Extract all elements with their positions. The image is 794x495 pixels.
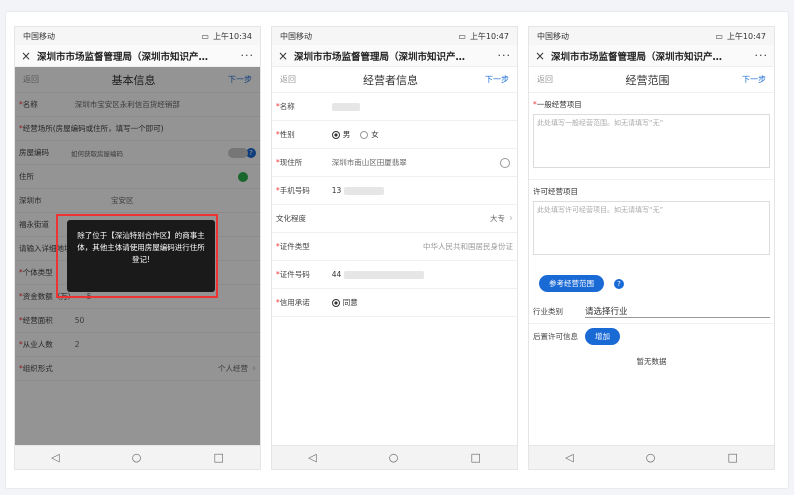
row-residence[interactable]: * 现住所 深圳市南山区田厦翡翠 (272, 149, 517, 177)
page-nav: 返回 经营范围 下一步 (529, 67, 774, 93)
phone-business-scope: 中国移动 ▭ 上午10:47 × 深圳市市场监督管理局（深圳市知识产… ··· 返… (528, 26, 775, 470)
app-bar: × 深圳市市场监督管理局（深圳市知识产… ··· (529, 45, 774, 67)
row-credit[interactable]: * 信用承诺 同意 (272, 289, 517, 317)
redacted-value (344, 270, 425, 279)
chevron-right-icon: › (509, 213, 513, 224)
page-title: 经营范围 (625, 73, 670, 87)
field-label: 证件号码 (279, 270, 310, 279)
field-label: 后置许可信息 (533, 331, 578, 341)
field-label: 现住所 (279, 158, 303, 167)
back-nav-icon[interactable]: ◁ (51, 451, 59, 464)
row-id-number[interactable]: * 证件号码 44 (272, 261, 517, 289)
male-label: 男 (342, 130, 351, 139)
back-nav-icon[interactable]: ◁ (565, 451, 573, 464)
battery-icon: ▭ (458, 31, 466, 41)
row-education[interactable]: 文化程度 大专 › (272, 205, 517, 233)
home-nav-icon[interactable]: ○ (646, 451, 656, 464)
back-button[interactable]: 返回 (537, 74, 553, 85)
agree-label: 同意 (342, 298, 358, 307)
more-icon[interactable]: ··· (755, 49, 769, 62)
recent-nav-icon[interactable]: □ (728, 451, 738, 464)
redacted-value (344, 186, 385, 195)
status-bar: 中国移动 ▭ 上午10:47 (529, 27, 774, 45)
field-label: 行业类别 (533, 307, 563, 316)
close-icon[interactable]: × (21, 49, 37, 63)
row-phone[interactable]: * 手机号码 13 (272, 177, 517, 205)
row-industry[interactable]: 行业类别 请选择行业 (529, 300, 774, 324)
home-nav-icon[interactable]: ○ (132, 451, 142, 464)
divider (529, 168, 774, 180)
general-scope-text: 一般经营项目 (536, 100, 582, 109)
app-title: 深圳市市场监督管理局（深圳市知识产… (294, 51, 466, 63)
general-scope-label: *一般经营项目 (529, 93, 774, 114)
more-icon[interactable]: ··· (241, 49, 255, 62)
system-nav-bar: ◁ ○ □ (529, 445, 774, 469)
more-icon[interactable]: ··· (498, 49, 512, 62)
ref-row: 参考经营范围? (529, 255, 774, 300)
location-icon[interactable] (500, 157, 510, 168)
row-id-type[interactable]: * 证件类型 中华人民共和国居民身份证 (272, 233, 517, 261)
field-label: 名称 (279, 102, 295, 111)
field-label: 证件类型 (279, 242, 310, 251)
next-button[interactable]: 下一步 (742, 74, 766, 85)
time-label: 上午10:47 (726, 31, 766, 41)
empty-state: 暂无数据 (636, 357, 667, 366)
add-button[interactable]: 增加 (585, 327, 620, 345)
status-bar: 中国移动 ▭ 上午10:47 (272, 27, 517, 45)
row-post-license: 后置许可信息 增加 (529, 324, 774, 348)
row-gender[interactable]: * 性别男女 (272, 121, 517, 149)
app-title: 深圳市市场监督管理局（深圳市知识产… (551, 51, 723, 63)
page-nav: 返回 经营者信息 下一步 (272, 67, 517, 93)
phone-operator-info: 中国移动 ▭ 上午10:47 × 深圳市市场监督管理局（深圳市知识产… ··· 返… (271, 26, 518, 470)
carrier-label: 中国移动 (537, 31, 569, 41)
field-label: 文化程度 (276, 214, 306, 223)
form-list: * 名称 * 性别男女 * 现住所 深圳市南山区田厦翡翠 * 手机号码 13 文化程度 大专 ›… (272, 93, 517, 317)
back-nav-icon[interactable]: ◁ (308, 451, 316, 464)
app-bar: × 深圳市市场监督管理局（深圳市知识产… ··· (272, 45, 517, 67)
industry-select[interactable]: 请选择行业 (585, 305, 770, 318)
carrier-label: 中国移动 (23, 31, 55, 41)
radio-male[interactable] (331, 130, 340, 139)
phone-basic-info: 中国移动 ▭ 上午10:34 × 深圳市市场监督管理局（深圳市知识产… ··· 返… (14, 26, 261, 470)
radio-female[interactable] (360, 130, 369, 139)
close-icon[interactable]: × (535, 49, 551, 63)
system-nav-bar: ◁ ○ □ (15, 445, 260, 469)
field-value: 44 (331, 270, 342, 279)
field-label: 性别 (279, 130, 295, 139)
field-value: 大专 (490, 214, 505, 223)
canvas: 中国移动 ▭ 上午10:34 × 深圳市市场监督管理局（深圳市知识产… ··· 返… (0, 0, 794, 495)
next-button[interactable]: 下一步 (485, 74, 509, 85)
field-value: 深圳市南山区田厦翡翠 (331, 158, 407, 167)
time-label: 上午10:34 (212, 31, 252, 41)
row-name[interactable]: * 名称 (272, 93, 517, 121)
status-bar: 中国移动 ▭ 上午10:34 (15, 27, 260, 45)
app-title: 深圳市市场监督管理局（深圳市知识产… (37, 51, 209, 63)
carrier-label: 中国移动 (280, 31, 312, 41)
field-value: 13 (331, 186, 342, 195)
field-value: 中华人民共和国居民身份证 (423, 242, 513, 251)
general-scope-input[interactable]: 此处填写一般经营范围。如无请填写“无” (533, 114, 770, 168)
licensed-scope-label: 许可经营项目 (533, 187, 578, 196)
system-nav-bar: ◁ ○ □ (272, 445, 517, 469)
licensed-scope-input[interactable]: 此处填写许可经营项目。如无请填写“无” (533, 201, 770, 255)
field-label: 信用承诺 (279, 298, 310, 307)
redacted-value (331, 102, 360, 111)
toast-message: 除了位于【深汕特别合作区】的商事主体，其他主体请使用房屋编码进行住所登记! (67, 220, 215, 292)
recent-nav-icon[interactable]: □ (214, 451, 224, 464)
radio-agree[interactable] (331, 298, 340, 307)
home-nav-icon[interactable]: ○ (389, 451, 399, 464)
battery-icon: ▭ (201, 31, 209, 41)
app-bar: × 深圳市市场监督管理局（深圳市知识产… ··· (15, 45, 260, 67)
close-icon[interactable]: × (278, 49, 294, 63)
time-label: 上午10:47 (469, 31, 509, 41)
battery-icon: ▭ (715, 31, 723, 41)
reference-scope-button[interactable]: 参考经营范围 (539, 275, 604, 292)
back-button[interactable]: 返回 (280, 74, 296, 85)
page-title: 经营者信息 (363, 73, 418, 87)
help-icon[interactable]: ? (614, 279, 624, 289)
recent-nav-icon[interactable]: □ (471, 451, 481, 464)
field-label: 手机号码 (279, 186, 310, 195)
female-label: 女 (371, 130, 379, 139)
